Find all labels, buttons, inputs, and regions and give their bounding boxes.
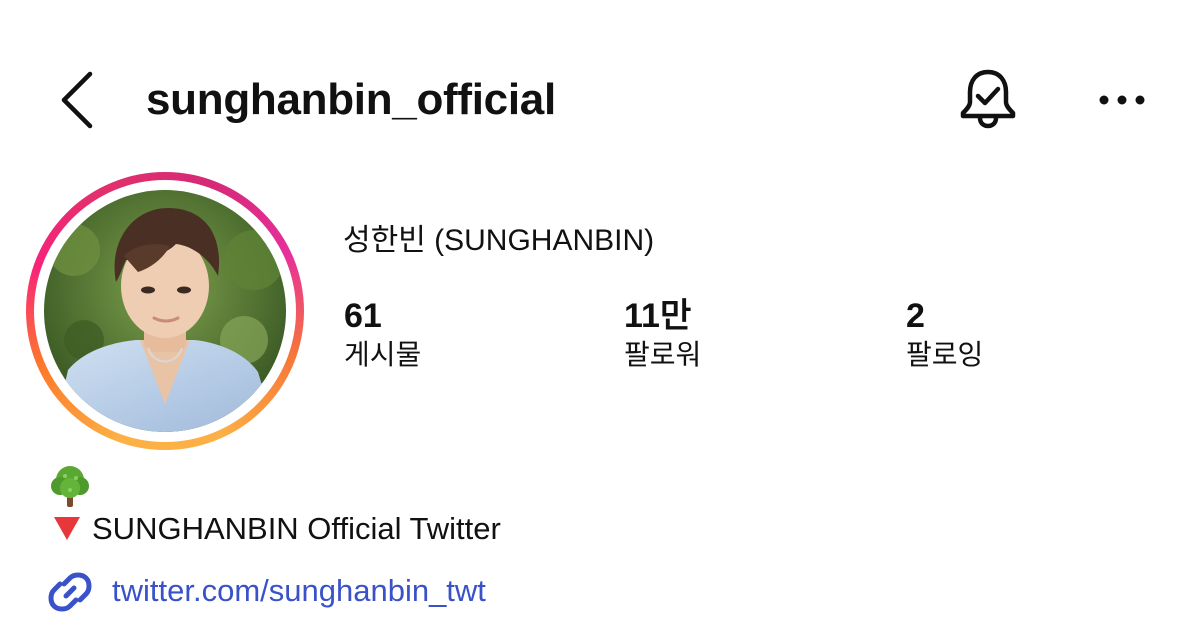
following-count: 2 <box>906 297 925 335</box>
profile-username: sunghanbin_official <box>146 75 556 124</box>
notifications-button[interactable] <box>956 66 1020 132</box>
red-triangle-down-icon <box>52 511 82 541</box>
profile-photo <box>44 190 286 432</box>
following-stat[interactable]: 2 팔로잉 <box>906 296 983 374</box>
tree-emoji-icon <box>46 462 94 510</box>
bio-text-line: SUNGHANBIN Official Twitter <box>52 508 501 550</box>
back-button[interactable] <box>56 70 100 130</box>
followers-stat[interactable]: 11만 팔로워 <box>624 296 701 374</box>
posts-label: 게시물 <box>344 339 422 370</box>
link-icon <box>44 566 96 618</box>
followers-count: 11만 <box>624 297 692 335</box>
avatar[interactable] <box>44 190 286 432</box>
chevron-left-icon <box>61 71 93 129</box>
bio-text: SUNGHANBIN Official Twitter <box>92 511 501 546</box>
more-horizontal-icon <box>1099 95 1145 105</box>
bell-check-icon <box>960 69 1016 129</box>
posts-stat[interactable]: 61 게시물 <box>344 296 421 374</box>
posts-count: 61 <box>344 297 382 335</box>
bio-link-text[interactable]: twitter.com/sunghanbin_twt <box>112 570 486 612</box>
display-name: 성한빈 (SUNGHANBIN) <box>343 224 655 257</box>
more-options-button[interactable] <box>1096 90 1148 110</box>
followers-label: 팔로워 <box>624 339 702 370</box>
following-label: 팔로잉 <box>906 339 984 370</box>
